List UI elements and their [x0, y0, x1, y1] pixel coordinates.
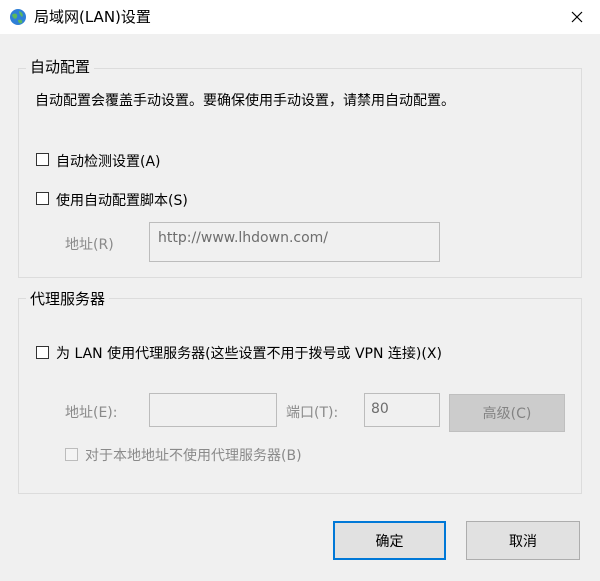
auto-config-group-label: 自动配置 [26, 58, 95, 76]
proxy-address-label: 地址(E): [65, 405, 118, 421]
proxy-port-label: 端口(T): [286, 405, 339, 421]
script-address-label: 地址(R) [65, 237, 114, 253]
script-address-input[interactable]: http://www.lhdown.com/ [149, 222, 440, 262]
proxy-address-input[interactable] [149, 393, 277, 427]
advanced-button[interactable]: 高级(C) [449, 394, 565, 432]
network-globe-icon [10, 9, 26, 25]
bypass-local-label[interactable]: 对于本地地址不使用代理服务器(B) [85, 445, 302, 465]
close-icon [571, 11, 583, 23]
ok-button[interactable]: 确定 [333, 521, 446, 560]
cancel-button[interactable]: 取消 [466, 521, 580, 560]
proxy-group-label: 代理服务器 [26, 290, 110, 308]
use-script-checkbox[interactable] [36, 192, 49, 205]
close-button[interactable] [554, 0, 600, 34]
window-title: 局域网(LAN)设置 [34, 8, 151, 26]
auto-detect-label[interactable]: 自动检测设置(A) [56, 151, 161, 171]
proxy-port-input[interactable]: 80 [364, 393, 440, 427]
bypass-local-checkbox[interactable] [65, 448, 78, 461]
use-proxy-checkbox[interactable] [36, 346, 49, 359]
auto-detect-checkbox[interactable] [36, 153, 49, 166]
use-script-label[interactable]: 使用自动配置脚本(S) [56, 190, 188, 210]
use-proxy-label[interactable]: 为 LAN 使用代理服务器(这些设置不用于拨号或 VPN 连接)(X) [56, 343, 442, 363]
title-bar: 局域网(LAN)设置 [0, 0, 600, 34]
auto-config-description: 自动配置会覆盖手动设置。要确保使用手动设置，请禁用自动配置。 [35, 93, 455, 109]
